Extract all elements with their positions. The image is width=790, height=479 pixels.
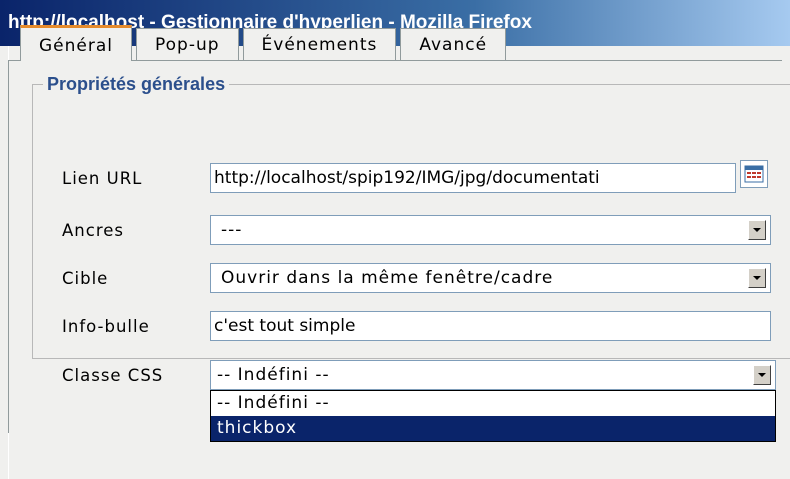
tooltip-label: Info-bulle	[62, 317, 150, 336]
dropdown-option-thickbox[interactable]: thickbox	[211, 416, 775, 441]
anchors-select[interactable]: ---	[210, 215, 771, 245]
css-class-label: Classe CSS	[62, 366, 164, 385]
file-browser-icon	[744, 165, 764, 183]
css-class-select-value: -- Indéfini --	[217, 365, 330, 385]
target-label: Cible	[62, 269, 109, 288]
tab-general[interactable]: Général	[20, 25, 132, 61]
tab-advanced[interactable]: Avancé	[400, 28, 507, 60]
chevron-down-icon[interactable]	[748, 268, 766, 288]
anchors-select-value: ---	[221, 220, 243, 240]
dropdown-option-undefined[interactable]: -- Indéfini --	[211, 391, 775, 416]
tooltip-input[interactable]: c'est tout simple	[210, 311, 771, 341]
target-select-value: Ouvrir dans la même fenêtre/cadre	[221, 268, 554, 288]
css-class-dropdown-list: -- Indéfini -- thickbox	[210, 390, 776, 442]
tab-bar: Général Pop-up Événements Avancé	[20, 24, 510, 61]
tab-popup[interactable]: Pop-up	[136, 28, 239, 60]
chevron-down-icon[interactable]	[748, 220, 766, 240]
fieldset-legend: Propriétés générales	[43, 73, 230, 95]
url-label: Lien URL	[62, 169, 143, 188]
chevron-down-icon[interactable]	[753, 365, 771, 385]
css-class-select[interactable]: -- Indéfini --	[210, 360, 776, 390]
anchors-label: Ancres	[62, 221, 124, 240]
tab-events[interactable]: Événements	[242, 28, 397, 60]
url-input[interactable]: http://localhost/spip192/IMG/jpg/documen…	[210, 163, 736, 193]
browse-button[interactable]	[740, 160, 768, 188]
target-select[interactable]: Ouvrir dans la même fenêtre/cadre	[210, 263, 771, 293]
